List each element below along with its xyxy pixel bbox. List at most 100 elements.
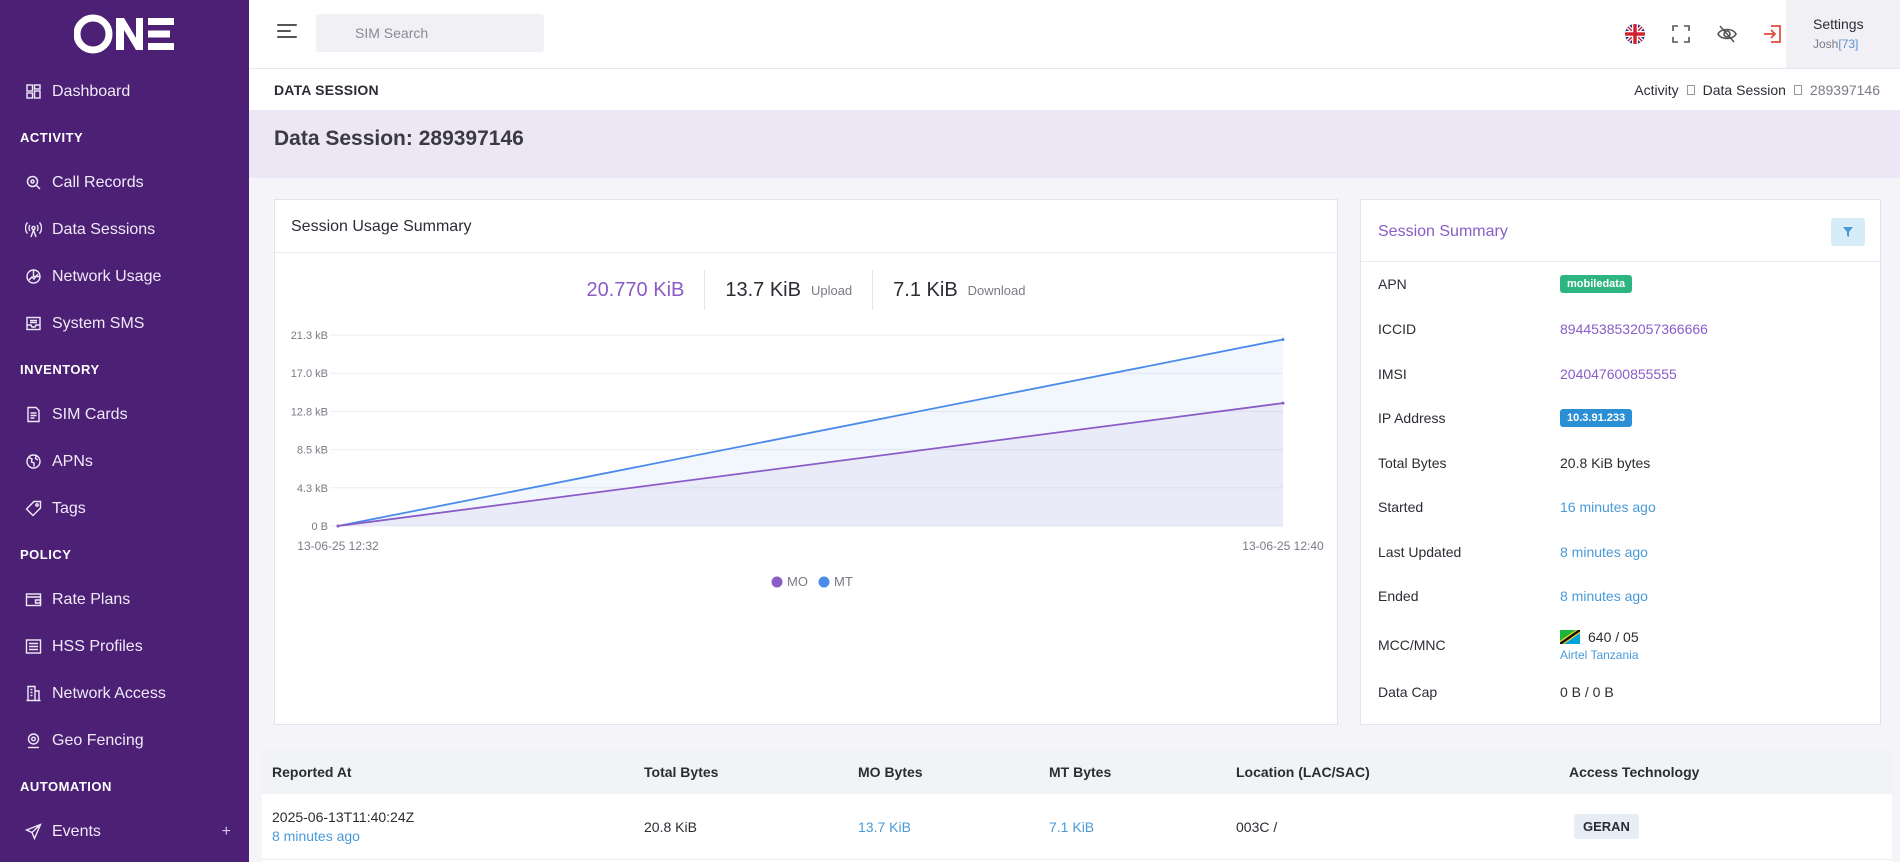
building-icon [25,685,42,702]
col-access-technology[interactable]: Access Technology [1569,764,1892,780]
total-bytes-value: 20.8 KiB bytes [1560,455,1651,471]
sidebar-item-label: Network Access [52,684,166,702]
nav-section-policy: POLICY [20,546,72,562]
filter-button[interactable] [1831,218,1865,246]
sidebar-item-network-access[interactable]: Network Access [0,670,249,717]
filter-icon [1843,227,1853,237]
sidebar-item-label: Geo Fencing [52,731,144,749]
mcc-mnc-value: 640 / 05 Airtel Tanzania [1560,629,1639,662]
summary-key: APN [1378,276,1407,292]
reported-at-relative: 8 minutes ago [272,828,360,844]
title-band: Data Session: 289397146 [249,110,1900,178]
sidebar-item-system-sms[interactable]: System SMS [0,300,249,347]
col-reported-at[interactable]: Reported At [262,764,644,780]
summary-key: IP Address [1378,410,1446,426]
breadcrumb-data-session[interactable]: Data Session [1703,82,1786,98]
sidebar-item-label: Data Sessions [52,220,156,238]
table-row[interactable]: 2025-06-13T11:40:24Z 8 minutes ago 20.8 … [262,794,1892,860]
col-mo-bytes[interactable]: MO Bytes [858,764,1049,780]
sidebar-item-call-records[interactable]: Call Records [0,159,249,206]
add-event-icon[interactable]: + [222,823,231,841]
legend-marker-mt [818,576,830,588]
menu-toggle-icon[interactable] [277,24,297,40]
sidebar-item-label: HSS Profiles [52,637,143,655]
col-mt-bytes[interactable]: MT Bytes [1049,764,1236,780]
operator-name[interactable]: Airtel Tanzania [1560,648,1639,662]
legend-marker-mo [771,576,783,588]
nav-section-inventory: INVENTORY [20,361,100,377]
y-tick-label: 12.8 kB [291,406,328,418]
usage-chart: 0 B 4.3 kB 8.5 kB 12.8 kB 17.0 kB 21.3 kB 13-0… [291,330,1324,589]
breadcrumb-separator-icon [1686,85,1695,95]
sidebar-item-rate-plans[interactable]: Rate Plans [0,576,249,623]
started-time: 16 minutes ago [1560,499,1656,515]
sidebar-item-label: Call Records [52,173,144,191]
pin-icon [25,732,42,749]
sidebar-item-hss-profiles[interactable]: HSS Profiles [0,623,249,670]
page-header-bar: DATA SESSION Activity Data Session 28939… [249,69,1900,110]
cell-total-bytes: 20.8 KiB [644,818,697,835]
sidebar-nav: Dashboard ACTIVITY Call Records Data Sessio… [0,68,249,855]
table-header: Reported At Total Bytes MO Bytes MT Byte… [262,749,1892,794]
sidebar-item-label: APNs [52,452,93,470]
mcc-mnc-code: 640 / 05 [1588,628,1639,645]
logout-icon[interactable] [1761,22,1785,46]
wallet-icon [25,591,42,608]
data-cap-value: 0 B / 0 B [1560,684,1614,700]
col-total-bytes[interactable]: Total Bytes [644,764,858,780]
eye-off-icon[interactable] [1715,22,1739,46]
tanzania-flag-icon [1560,629,1580,644]
inbox-icon [25,315,42,332]
logo[interactable] [0,0,249,68]
sidebar-item-apns[interactable]: APNs [0,438,249,485]
sidebar-item-label: SIM Cards [52,405,128,423]
send-icon [25,823,42,840]
imsi-link[interactable]: 204047600855555 [1560,366,1677,382]
sidebar-item-label: Tags [52,499,86,517]
broadcast-icon [25,221,42,238]
sim-search-input[interactable] [316,14,544,52]
search-icon [25,174,42,191]
sidebar: Dashboard ACTIVITY Call Records Data Sessio… [0,0,249,862]
summary-key: Started [1378,499,1424,515]
y-tick-label: 8.5 kB [297,445,328,457]
apn-badge[interactable]: mobiledata [1560,275,1633,293]
sidebar-item-tags[interactable]: Tags [0,485,249,532]
sidebar-item-events[interactable]: Events + [0,808,249,855]
globe-icon [25,453,42,470]
updated-time: 8 minutes ago [1560,544,1648,560]
summary-row-imsi: IMSI 204047600855555 [1378,362,1870,386]
iccid-link[interactable]: 8944538532057366666 [1560,321,1708,337]
sidebar-item-sim-cards[interactable]: SIM Cards [0,391,249,438]
sidebar-item-data-sessions[interactable]: Data Sessions [0,206,249,253]
y-tick-label: 0 B [311,521,328,533]
cell-mo-bytes: 13.7 KiB [858,818,911,835]
summary-row-started: Started 16 minutes ago [1378,495,1870,519]
settings-label: Settings [1813,16,1864,32]
data-point-mt [1281,337,1285,341]
summary-key: IMSI [1378,366,1407,382]
col-location[interactable]: Location (LAC/SAC) [1236,764,1569,780]
sidebar-item-network-usage[interactable]: Network Usage [0,253,249,300]
ip-badge: 10.3.91.233 [1560,409,1633,427]
sidebar-item-label: Rate Plans [52,590,131,608]
sidebar-item-dashboard[interactable]: Dashboard [0,68,249,115]
summary-row-mcc: MCC/MNC 640 / 05 Airtel Tanzania [1378,625,1870,665]
settings-menu[interactable]: Settings Josh[73] [1786,0,1900,68]
cell-reported-at: 2025-06-13T11:40:24Z 8 minutes ago [262,809,644,844]
ended-time: 8 minutes ago [1560,588,1648,604]
fullscreen-icon[interactable] [1669,22,1693,46]
data-point-mo [336,524,340,528]
breadcrumb-activity[interactable]: Activity [1634,82,1678,98]
nav-section-automation: AUTOMATION [20,778,112,794]
breadcrumb-current: 289397146 [1809,82,1880,98]
one-logo-icon [73,14,174,54]
cell-mt-bytes: 7.1 KiB [1049,818,1095,835]
sidebar-item-label: System SMS [52,314,145,332]
uk-flag-icon[interactable] [1623,22,1647,46]
summary-row-ip: IP Address 10.3.91.233 [1378,406,1870,430]
sidebar-item-label: Dashboard [52,82,131,100]
sidebar-item-geo-fencing[interactable]: Geo Fencing [0,717,249,764]
session-records-table: Reported At Total Bytes MO Bytes MT Byte… [262,749,1892,862]
summary-key: Data Cap [1378,684,1438,700]
